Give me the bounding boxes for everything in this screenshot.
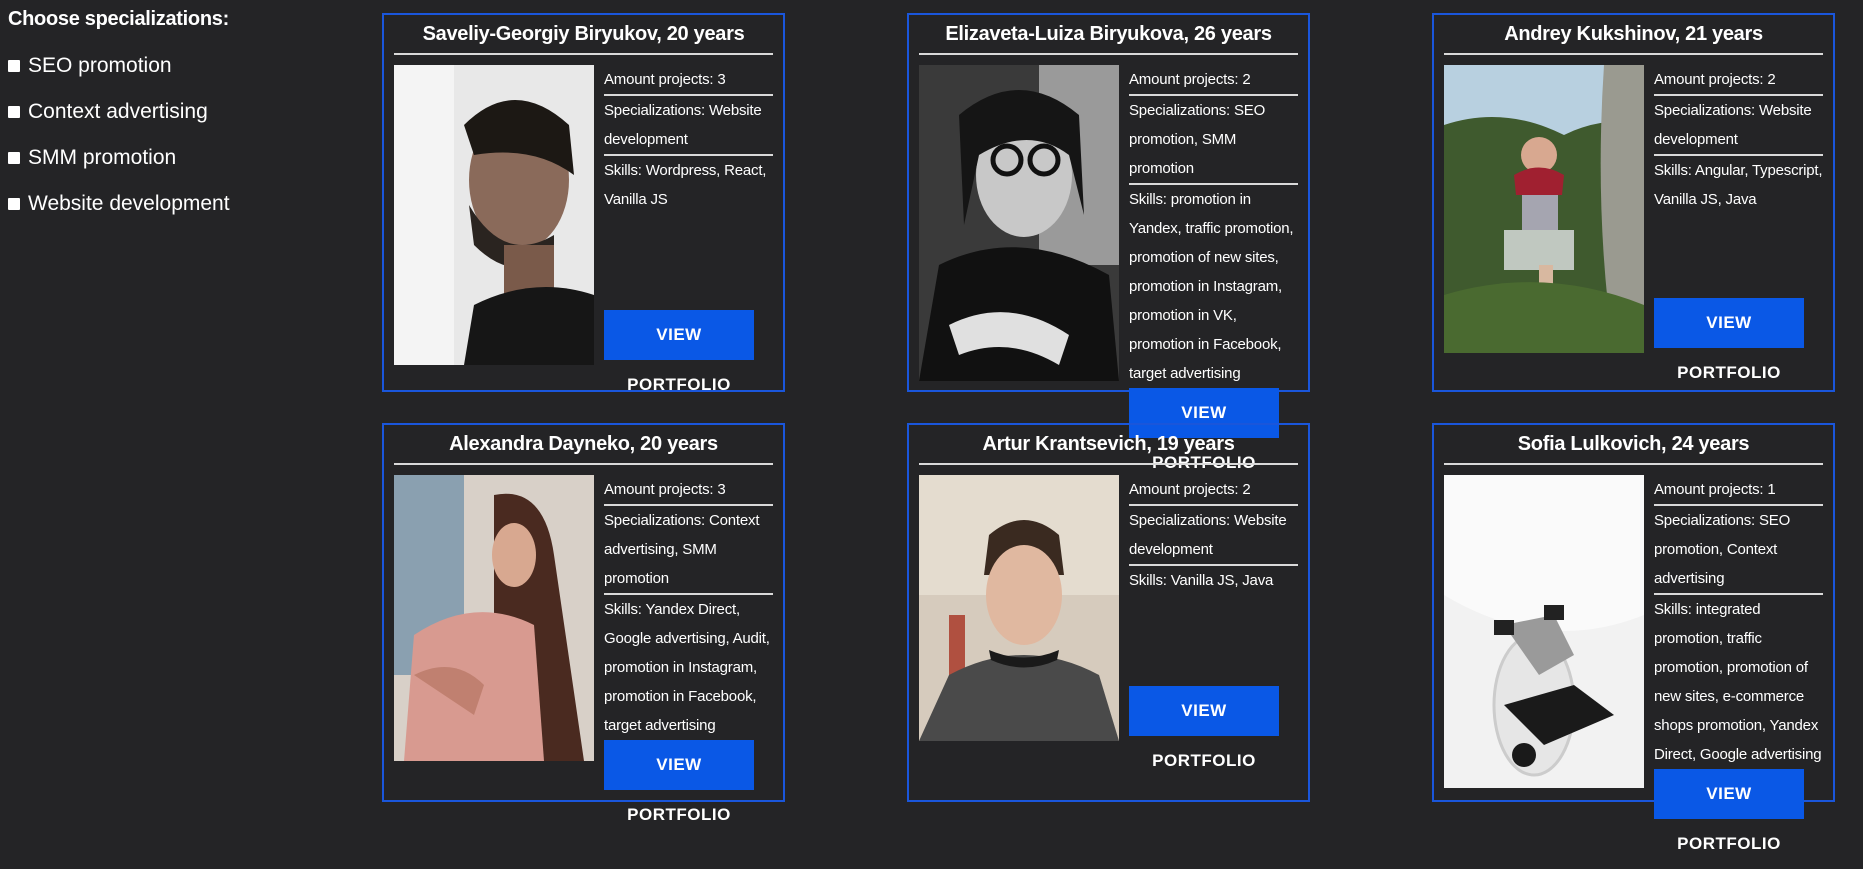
filter-label: Website development xyxy=(28,192,230,215)
specialist-name: Andrey Kukshinov, 21 years xyxy=(1444,15,1823,55)
specialist-info: Amount projects: 2 Specializations: Webs… xyxy=(1644,65,1823,382)
filter-option-smm[interactable]: SMM promotion xyxy=(8,135,338,181)
specialist-name: Sofia Lulkovich, 24 years xyxy=(1444,425,1823,465)
specialist-photo xyxy=(919,65,1119,381)
specialist-photo xyxy=(919,475,1119,741)
filter-title: Choose specializations: xyxy=(8,8,229,30)
specialist-name: Artur Krantsevich, 19 years xyxy=(919,425,1298,465)
skills-text: Skills: Vanilla JS, Java xyxy=(1129,572,1274,589)
projects-count: Amount projects: 2 xyxy=(1129,65,1298,96)
projects-count: Amount projects: 2 xyxy=(1654,65,1823,96)
skills-text: Skills: Yandex Direct, Google advertisin… xyxy=(604,601,770,734)
specialist-card: Alexandra Dayneko, 20 years Amount proje… xyxy=(382,423,785,824)
specializations-text: Specializations: Context advertising, SM… xyxy=(604,506,773,595)
specialist-photo xyxy=(394,475,594,761)
specializations-text: Specializations: SEO promotion, Context … xyxy=(1654,506,1823,595)
view-portfolio-button[interactable]: VIEW PORTFOLIO xyxy=(604,310,754,394)
specializations-text: Specializations: Website development xyxy=(1654,96,1823,156)
specialist-photo xyxy=(394,65,594,365)
filter-label: SEO promotion xyxy=(28,54,172,77)
context-checkbox[interactable] xyxy=(8,106,20,118)
skills-text: Skills: integrated promotion, traffic pr… xyxy=(1654,601,1822,763)
specialist-info: Amount projects: 2 Specializations: SEO … xyxy=(1119,65,1298,472)
skills-text: Skills: Angular, Typescript, Vanilla JS,… xyxy=(1654,162,1823,208)
view-portfolio-button[interactable]: VIEW PORTFOLIO xyxy=(1654,769,1804,853)
view-portfolio-button[interactable]: VIEW PORTFOLIO xyxy=(1654,298,1804,382)
projects-count: Amount projects: 1 xyxy=(1654,475,1823,506)
specializations-text: Specializations: Website development xyxy=(1129,506,1298,566)
specialist-info: Amount projects: 2 Specializations: Webs… xyxy=(1119,475,1298,770)
specializations-text: Specializations: Website development xyxy=(604,96,773,156)
projects-count: Amount projects: 2 xyxy=(1129,475,1298,506)
specialist-card: Saveliy-Georgiy Biryukov, 20 years Amoun… xyxy=(382,13,785,394)
specialization-filter-panel: Choose specializations: SEO promotion Co… xyxy=(8,8,338,227)
view-portfolio-button[interactable]: VIEW PORTFOLIO xyxy=(1129,686,1279,770)
filter-label: SMM promotion xyxy=(28,146,177,169)
view-portfolio-button[interactable]: VIEW PORTFOLIO xyxy=(604,740,754,824)
specialist-card: Elizaveta-Luiza Biryukova, 26 years Amou… xyxy=(907,13,1310,472)
specialist-card: Andrey Kukshinov, 21 years Amount projec… xyxy=(1432,13,1835,392)
specialist-info: Amount projects: 3 Specializations: Webs… xyxy=(594,65,773,394)
website-checkbox[interactable] xyxy=(8,198,20,210)
specialist-name: Alexandra Dayneko, 20 years xyxy=(394,425,773,465)
projects-count: Amount projects: 3 xyxy=(604,475,773,506)
skills-text: Skills: promotion in Yandex, traffic pro… xyxy=(1129,191,1294,382)
specialist-name: Saveliy-Georgiy Biryukov, 20 years xyxy=(394,15,773,55)
specialist-info: Amount projects: 1 Specializations: SEO … xyxy=(1644,475,1823,853)
seo-checkbox[interactable] xyxy=(8,60,20,72)
filter-label: Context advertising xyxy=(28,100,208,123)
specialist-photo xyxy=(1444,65,1644,353)
smm-checkbox[interactable] xyxy=(8,152,20,164)
filter-option-website[interactable]: Website development xyxy=(8,181,338,227)
specialist-photo xyxy=(1444,475,1644,788)
specialist-name: Elizaveta-Luiza Biryukova, 26 years xyxy=(919,15,1298,55)
specialist-card: Artur Krantsevich, 19 years Amount proje… xyxy=(907,423,1310,802)
specializations-text: Specializations: SEO promotion, SMM prom… xyxy=(1129,96,1298,185)
skills-text: Skills: Wordpress, React, Vanilla JS xyxy=(604,162,767,208)
filter-option-context[interactable]: Context advertising xyxy=(8,89,338,135)
projects-count: Amount projects: 3 xyxy=(604,65,773,96)
specialist-info: Amount projects: 3 Specializations: Cont… xyxy=(594,475,773,824)
filter-option-seo[interactable]: SEO promotion xyxy=(8,43,338,89)
specialist-card: Sofia Lulkovich, 24 years Amount project… xyxy=(1432,423,1835,853)
